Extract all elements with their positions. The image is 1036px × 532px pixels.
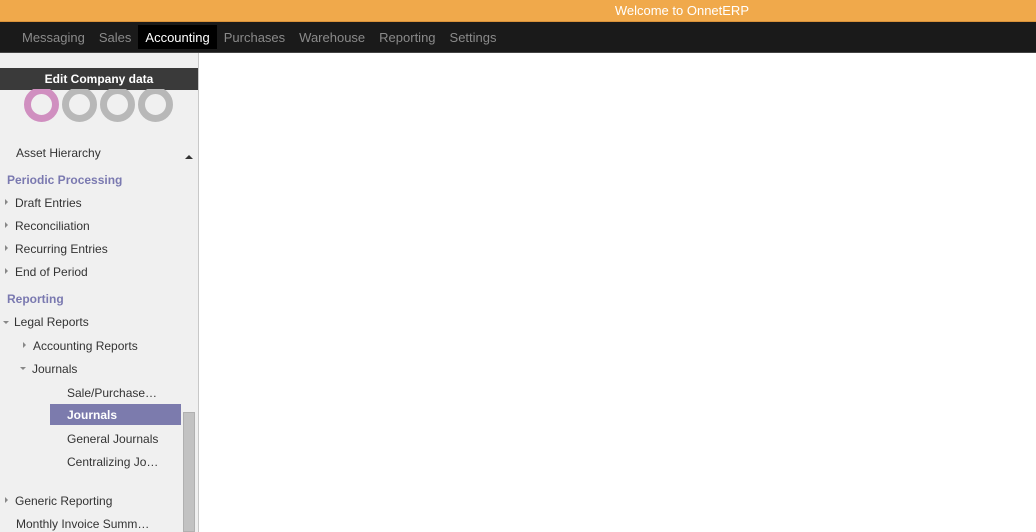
menu-item-journals-label: Journals (67, 408, 118, 422)
main-content (199, 53, 1036, 532)
company-logo (22, 89, 177, 125)
menu-item-monthly-invoice[interactable]: Monthly Invoice Summ… (16, 517, 149, 531)
menu-item-legal-reports[interactable]: Legal Reports (14, 315, 89, 329)
logo-ring-pink (24, 89, 59, 122)
welcome-bar: Welcome to OnnetERP (0, 0, 1036, 22)
expand-right-icon[interactable] (5, 199, 8, 205)
nav-reporting[interactable]: Reporting (372, 25, 442, 49)
collapse-up-icon[interactable] (185, 155, 193, 159)
welcome-text: Welcome to OnnetERP (614, 3, 749, 18)
menu-item-draft-entries[interactable]: Draft Entries (15, 196, 82, 210)
menu-item-recurring-entries[interactable]: Recurring Entries (15, 242, 108, 256)
menu-item-journals-group[interactable]: Journals (32, 362, 77, 376)
sidebar-scrollbar[interactable] (183, 412, 195, 532)
section-periodic-processing[interactable]: Periodic Processing (7, 173, 122, 187)
logo-ring (62, 89, 97, 122)
menu-item-reconciliation[interactable]: Reconciliation (15, 219, 90, 233)
sidebar: Edit Company data Asset Hierarchy Period… (0, 53, 199, 532)
menu-item-journals-selected[interactable]: Journals (50, 404, 181, 425)
logo-ring (100, 89, 135, 122)
menu-item-general-journals[interactable]: General Journals (67, 432, 158, 446)
nav-warehouse[interactable]: Warehouse (292, 25, 372, 49)
section-reporting[interactable]: Reporting (7, 292, 64, 306)
logo-ring (138, 89, 173, 122)
expand-right-icon[interactable] (23, 342, 26, 348)
expand-down-icon[interactable] (3, 321, 9, 324)
nav-settings[interactable]: Settings (443, 25, 504, 49)
edit-company-button[interactable]: Edit Company data (0, 68, 198, 90)
menu-item-end-of-period[interactable]: End of Period (15, 265, 88, 279)
edit-company-label: Edit Company data (44, 72, 154, 86)
expand-right-icon[interactable] (5, 268, 8, 274)
nav-purchases[interactable]: Purchases (217, 25, 292, 49)
expand-right-icon[interactable] (5, 245, 8, 251)
menu-item-generic-reporting[interactable]: Generic Reporting (15, 494, 112, 508)
menu-item-accounting-reports[interactable]: Accounting Reports (33, 339, 138, 353)
expand-right-icon[interactable] (5, 497, 8, 503)
top-nav: Messaging Sales Accounting Purchases War… (0, 22, 1036, 53)
expand-right-icon[interactable] (5, 222, 8, 228)
menu-item-sale-purchase[interactable]: Sale/Purchase… (67, 386, 157, 400)
nav-sales[interactable]: Sales (92, 25, 139, 49)
menu-item-asset-hierarchy[interactable]: Asset Hierarchy (16, 146, 101, 160)
menu-item-centralizing[interactable]: Centralizing Jo… (67, 455, 158, 469)
nav-accounting[interactable]: Accounting (138, 25, 217, 49)
nav-messaging[interactable]: Messaging (15, 25, 92, 49)
expand-down-icon[interactable] (20, 367, 26, 370)
